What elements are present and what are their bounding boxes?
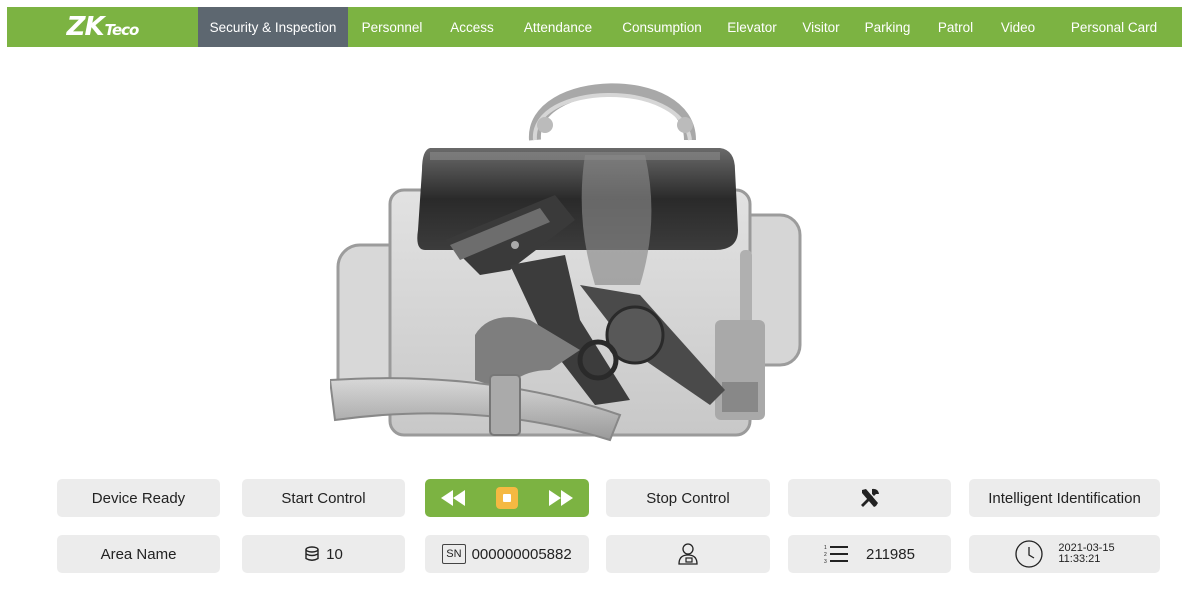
serial-number-value: 000000005882 — [471, 545, 572, 563]
stop-button[interactable] — [485, 479, 529, 517]
list-count-value: 211985 — [866, 545, 915, 563]
fast-forward-button[interactable] — [539, 479, 583, 517]
nav-personnel[interactable]: Personnel — [348, 7, 436, 47]
logo-main-text: ZK — [66, 12, 105, 42]
user-button[interactable] — [606, 535, 770, 573]
playback-controls — [425, 479, 589, 517]
nav-personal-card[interactable]: Personal Card — [1046, 7, 1182, 47]
sn-badge: SN — [442, 544, 466, 564]
device-status-label: Device Ready — [91, 489, 186, 507]
device-status-button[interactable]: Device Ready — [57, 479, 220, 517]
user-icon — [678, 543, 698, 565]
top-navbar: ZK Teco Security & Inspection Personnel … — [7, 7, 1182, 47]
nav-parking[interactable]: Parking — [854, 7, 921, 47]
start-control-button[interactable]: Start Control — [242, 479, 405, 517]
xray-scan-image — [330, 83, 802, 442]
datetime-field: 2021-03-15 11:33:21 — [969, 535, 1160, 573]
nav-security-inspection[interactable]: Security & Inspection — [198, 7, 348, 47]
list-count-field: 1 2 3 211985 — [788, 535, 951, 573]
rewind-icon — [441, 490, 465, 506]
time-value: 11:33:21 — [1058, 553, 1101, 565]
intelligent-identification-label: Intelligent Identification — [988, 489, 1141, 507]
serial-number-field: SN 000000005882 — [425, 535, 589, 573]
start-control-label: Start Control — [281, 489, 366, 507]
nav-patrol[interactable]: Patrol — [921, 7, 990, 47]
tools-icon — [860, 488, 879, 507]
nav-consumption[interactable]: Consumption — [608, 7, 716, 47]
fast-forward-icon — [549, 490, 573, 506]
nav-video[interactable]: Video — [990, 7, 1046, 47]
nav-attendance[interactable]: Attendance — [508, 7, 608, 47]
svg-text:1: 1 — [824, 545, 827, 551]
tools-button[interactable] — [788, 479, 951, 517]
area-name-label: Area Name — [100, 545, 177, 563]
nav-visitor[interactable]: Visitor — [788, 7, 854, 47]
nav-access[interactable]: Access — [436, 7, 508, 47]
svg-text:2: 2 — [824, 552, 827, 558]
svg-text:3: 3 — [824, 559, 827, 564]
stop-control-button[interactable]: Stop Control — [606, 479, 770, 517]
area-name-field: Area Name — [57, 535, 220, 573]
stop-icon — [496, 487, 518, 509]
stop-control-label: Stop Control — [646, 489, 730, 507]
datetime-text: 2021-03-15 11:33:21 — [1058, 543, 1114, 565]
intelligent-identification-button[interactable]: Intelligent Identification — [969, 479, 1160, 517]
layers-count-value: 10 — [326, 545, 343, 563]
rewind-button[interactable] — [431, 479, 475, 517]
numbered-list-icon: 1 2 3 — [824, 545, 849, 564]
zkteco-logo: ZK Teco — [7, 7, 198, 47]
nav-elevator[interactable]: Elevator — [716, 7, 788, 47]
logo-sub-text: Teco — [104, 21, 140, 39]
layers-count-field: 10 — [242, 535, 405, 573]
database-icon — [305, 546, 319, 561]
clock-icon — [1015, 540, 1044, 568]
